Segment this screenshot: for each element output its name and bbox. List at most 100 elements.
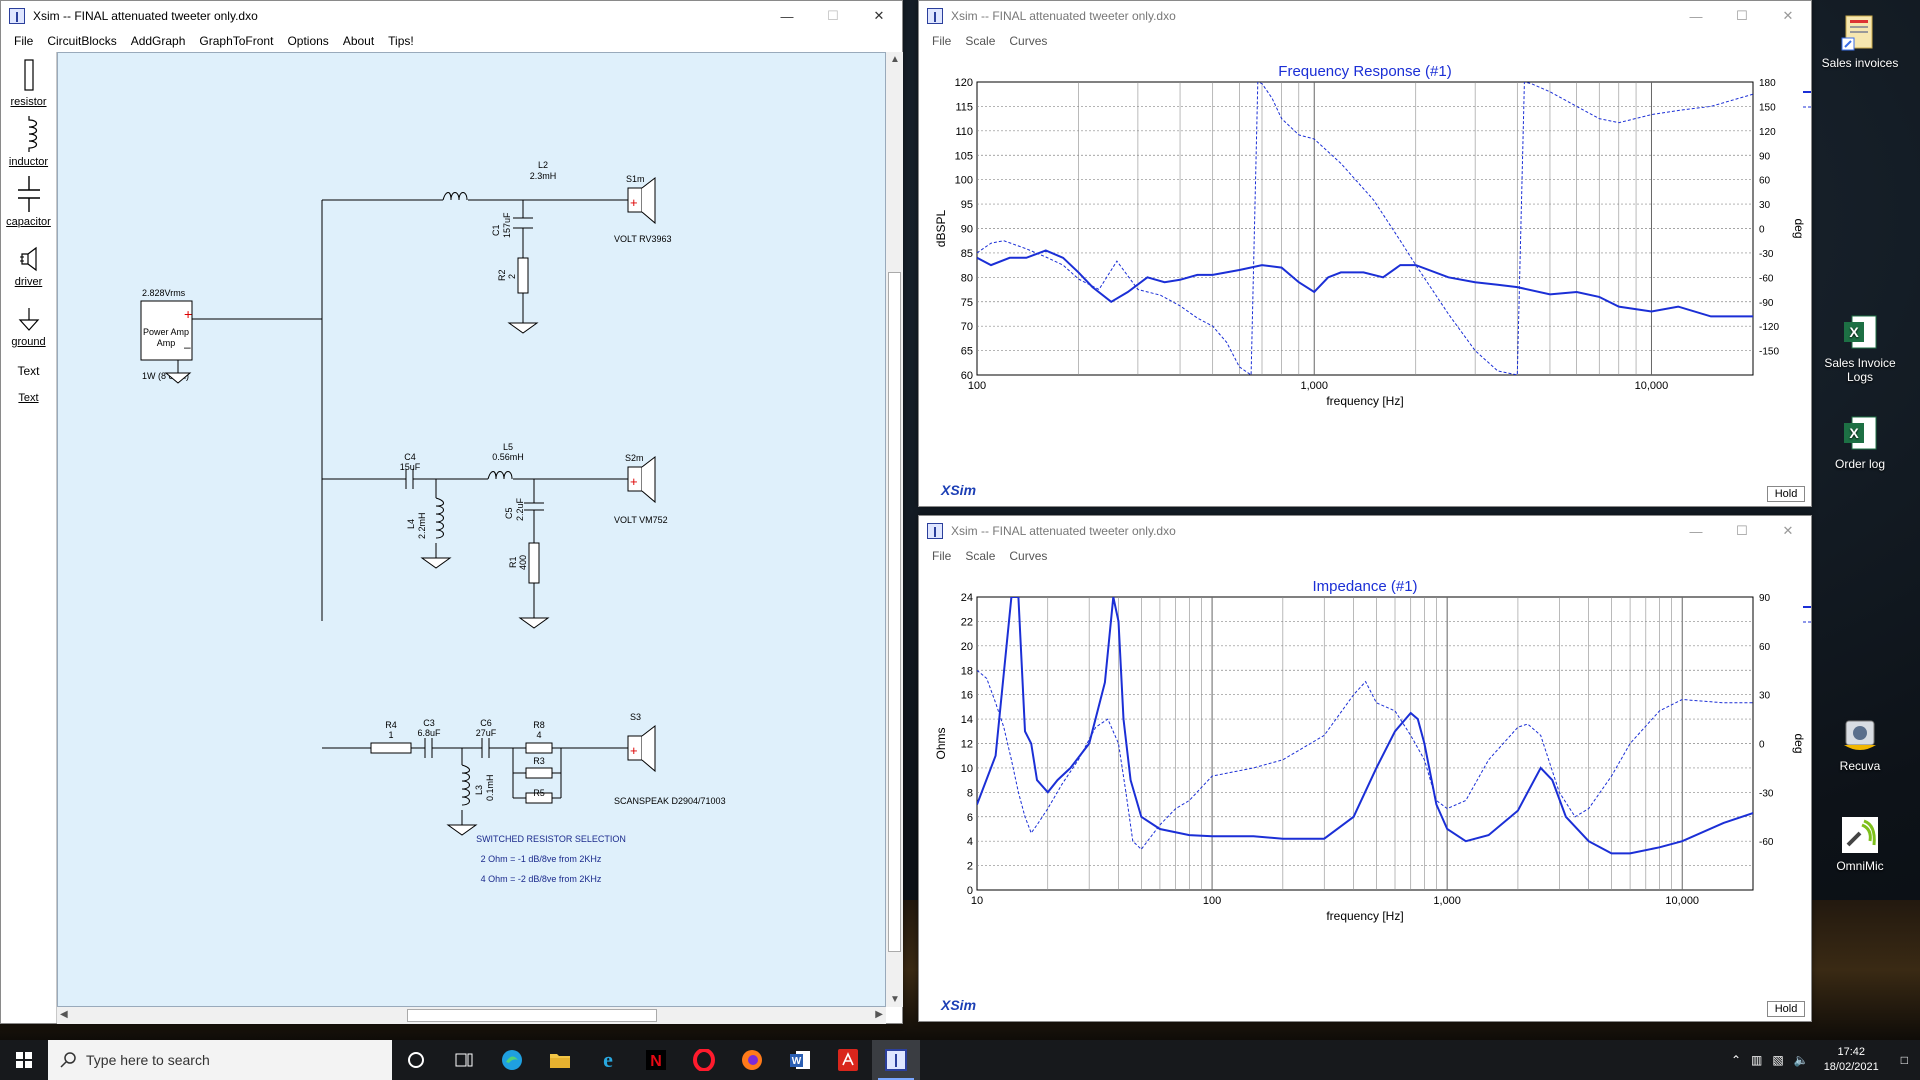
menu-graphtofront[interactable]: GraphToFront xyxy=(192,34,280,48)
taskbar-file-explorer[interactable] xyxy=(536,1040,584,1080)
y2-tick-label: 60 xyxy=(1759,176,1771,187)
task-view-button[interactable] xyxy=(440,1040,488,1080)
tool-resistor[interactable]: resistor xyxy=(1,52,56,112)
taskbar-firefox[interactable] xyxy=(728,1040,776,1080)
cortana-button[interactable] xyxy=(392,1040,440,1080)
menu-file[interactable]: File xyxy=(925,34,958,48)
taskbar-edge[interactable] xyxy=(488,1040,536,1080)
taskbar-xsim[interactable] xyxy=(872,1040,920,1080)
power-amp-symbol: Power Amp Amp + – xyxy=(140,300,193,361)
menubar: File CircuitBlocks AddGraph GraphToFront… xyxy=(1,31,902,51)
y2-tick-label: -120 xyxy=(1759,322,1779,333)
capacitor-C1 xyxy=(513,217,533,229)
y2-tick-label: -60 xyxy=(1759,837,1774,848)
tool-ground[interactable]: ground xyxy=(1,292,56,352)
excel-icon: X xyxy=(1844,416,1877,450)
start-button[interactable] xyxy=(0,1040,48,1080)
maximize-button[interactable]: ☐ xyxy=(810,1,856,31)
minimize-button[interactable]: — xyxy=(1673,1,1719,31)
menubar: File Scale Curves xyxy=(919,31,1811,51)
desktop-icon-sales-invoice-logs[interactable]: X Sales Invoice Logs xyxy=(1812,312,1908,384)
menu-file[interactable]: File xyxy=(925,549,958,563)
y-tick-label: 70 xyxy=(961,321,973,333)
close-button[interactable]: ✕ xyxy=(1765,1,1811,31)
titlebar[interactable]: Xsim -- FINAL attenuated tweeter only.dx… xyxy=(919,1,1811,31)
graph-area[interactable]: Impedance (#1) 24 22 20 18 16 14 12 10 8 6 4 2 0 90 60 3… xyxy=(919,567,1811,1021)
y-tick-label: 90 xyxy=(961,224,973,236)
clock[interactable]: 17:42 18/02/2021 xyxy=(1814,1045,1889,1075)
minimize-button[interactable]: — xyxy=(1673,516,1719,546)
menu-addgraph[interactable]: AddGraph xyxy=(124,34,193,48)
titlebar[interactable]: Xsim -- FINAL attenuated tweeter only.dx… xyxy=(919,516,1811,546)
opera-icon xyxy=(693,1049,715,1071)
minimize-button[interactable]: — xyxy=(764,1,810,31)
menu-about[interactable]: About xyxy=(336,34,381,48)
hold-button[interactable]: Hold xyxy=(1767,486,1805,502)
taskbar-search[interactable]: Type here to search xyxy=(48,1040,392,1080)
hold-button[interactable]: Hold xyxy=(1767,1001,1805,1017)
y-tick-label: 16 xyxy=(961,690,973,702)
tool-text-underlined[interactable]: Text xyxy=(1,382,56,408)
scroll-down-arrow[interactable]: ▼ xyxy=(890,994,900,1005)
desktop-icon-sales-invoices[interactable]: Sales invoices xyxy=(1812,12,1908,70)
maximize-button[interactable]: ☐ xyxy=(1719,1,1765,31)
network-icon[interactable]: ▧ xyxy=(1767,1053,1788,1067)
menu-curves[interactable]: Curves xyxy=(1002,34,1054,48)
horizontal-scroll-thumb[interactable] xyxy=(407,1009,657,1022)
R5-ref: R5 xyxy=(533,788,545,798)
volume-icon[interactable]: 🔈 xyxy=(1789,1053,1814,1067)
ground-symbol xyxy=(420,557,452,569)
y2-tick-label: 60 xyxy=(1759,642,1771,653)
close-button[interactable]: ✕ xyxy=(1765,516,1811,546)
tool-label: Text xyxy=(18,392,39,404)
menu-options[interactable]: Options xyxy=(280,34,335,48)
desktop-icon-recuva[interactable]: Recuva xyxy=(1812,715,1908,773)
chevron-up-icon[interactable]: ⌃ xyxy=(1726,1053,1746,1067)
menu-circuitblocks[interactable]: CircuitBlocks xyxy=(40,34,123,48)
meet-now-icon[interactable]: ▥ xyxy=(1746,1053,1767,1067)
graph-area[interactable]: Frequency Response (#1) 120 115 110 105 100 95… xyxy=(919,52,1811,506)
menu-scale[interactable]: Scale xyxy=(958,549,1002,563)
vertical-scrollbar[interactable]: ▲ ▼ xyxy=(886,52,903,1007)
schematic-drawing: Power Amp Amp + – 2.828Vrms 1W (8 ohm) L… xyxy=(140,160,726,884)
titlebar[interactable]: Xsim -- FINAL attenuated tweeter only.dx… xyxy=(1,1,902,31)
y-tick-label: 6 xyxy=(967,812,973,824)
desktop-icon-order-log[interactable]: X Order log xyxy=(1812,413,1908,471)
tool-text[interactable]: Text xyxy=(1,352,56,382)
scroll-right-arrow[interactable]: ▶ xyxy=(875,1009,883,1020)
taskbar-acrobat[interactable] xyxy=(824,1040,872,1080)
menu-file[interactable]: File xyxy=(7,34,40,48)
resistor-R8 xyxy=(525,742,553,754)
close-button[interactable]: ✕ xyxy=(856,1,902,31)
maximize-button[interactable]: ☐ xyxy=(1719,516,1765,546)
scroll-left-arrow[interactable]: ◀ xyxy=(60,1009,68,1020)
horizontal-scrollbar[interactable]: ◀ ▶ xyxy=(57,1007,886,1024)
y2-tick-label: 90 xyxy=(1759,593,1771,604)
svg-text:W: W xyxy=(792,1056,802,1067)
menu-tips[interactable]: Tips! xyxy=(381,34,421,48)
tool-inductor[interactable]: inductor xyxy=(1,112,56,172)
tool-driver[interactable]: driver xyxy=(1,232,56,292)
taskbar-ie[interactable]: e xyxy=(584,1040,632,1080)
taskbar-opera[interactable] xyxy=(680,1040,728,1080)
scroll-up-arrow[interactable]: ▲ xyxy=(890,54,900,65)
desktop-icon-omnimic[interactable]: OmniMic xyxy=(1812,815,1908,873)
y2-axis-label: deg xyxy=(1792,218,1806,238)
capacitor-C6 xyxy=(481,738,490,758)
capacitor-icon xyxy=(17,176,40,212)
tool-text-label: Text xyxy=(17,364,40,378)
notification-icon[interactable]: □ xyxy=(1889,1053,1920,1067)
menu-scale[interactable]: Scale xyxy=(958,34,1002,48)
ground-icon xyxy=(18,308,39,331)
frequency-response-window: Xsim -- FINAL attenuated tweeter only.dx… xyxy=(918,0,1812,507)
y-tick-label: 10 xyxy=(961,763,973,775)
tool-capacitor[interactable]: capacitor xyxy=(1,172,56,232)
taskbar-word[interactable]: W xyxy=(776,1040,824,1080)
schematic-canvas[interactable]: Power Amp Amp + – 2.828Vrms 1W (8 ohm) L… xyxy=(57,52,886,1007)
menu-curves[interactable]: Curves xyxy=(1002,549,1054,563)
taskbar-netflix[interactable]: N xyxy=(632,1040,680,1080)
C3-ref: C3 xyxy=(423,718,435,728)
y-tick-label: 24 xyxy=(961,592,973,604)
vertical-scroll-thumb[interactable] xyxy=(888,272,901,952)
C3-value: 6.8uF xyxy=(417,728,441,738)
